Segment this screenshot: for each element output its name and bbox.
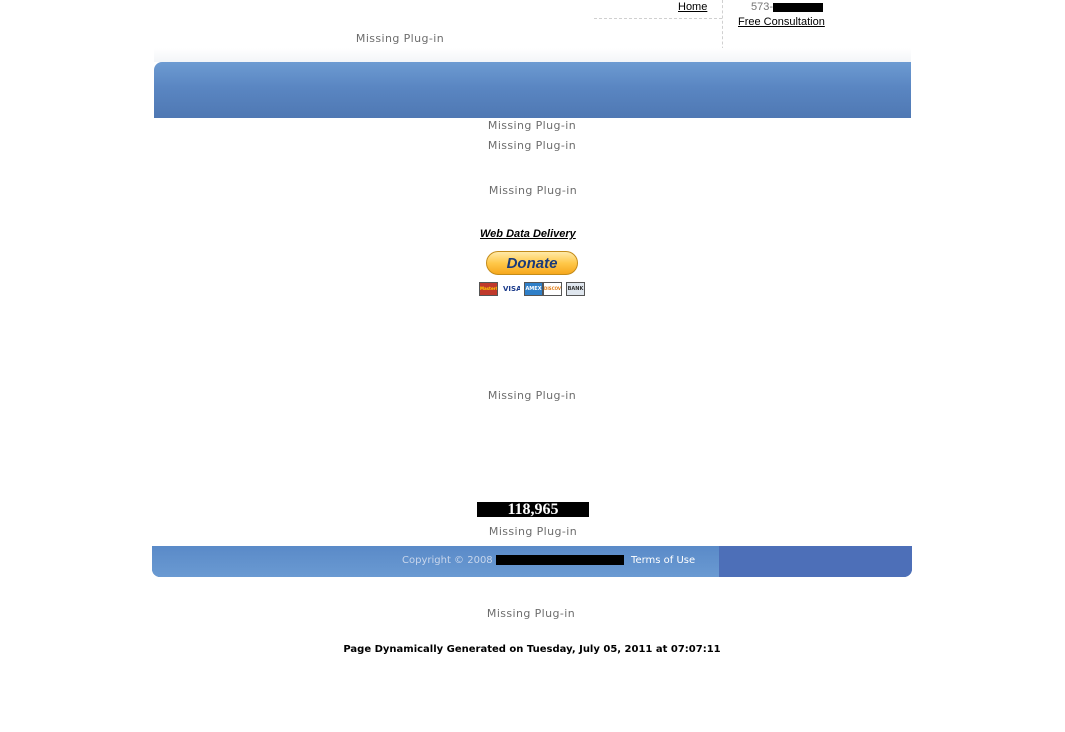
counter-value: 118,965	[507, 501, 559, 518]
missing-plugin-5: Missing Plug-in	[488, 525, 578, 538]
page-generated-note: Page Dynamically Generated on Tuesday, J…	[343, 644, 721, 655]
header-fade	[154, 48, 911, 62]
missing-plugin-1: Missing Plug-in	[487, 119, 577, 132]
redacted-phone	[773, 2, 824, 12]
phone-number: 573-	[751, 1, 824, 13]
home-link[interactable]: Home	[678, 1, 707, 13]
visitor-counter: 118,965	[477, 501, 589, 518]
terms-of-use-link[interactable]: Terms of Use	[631, 555, 695, 566]
header-missing-plugin: Missing Plug-in	[355, 32, 445, 45]
header-banner	[154, 62, 911, 118]
footer-band-right	[719, 546, 912, 577]
free-consultation-link[interactable]: Free Consultation	[738, 16, 825, 28]
footer-missing-plugin: Missing Plug-in	[486, 607, 576, 620]
header-divider-horizontal	[594, 18, 722, 19]
missing-plugin-2: Missing Plug-in	[487, 139, 577, 152]
bank-icon: BANK	[566, 282, 585, 296]
copyright-text: Copyright © 2008	[402, 555, 493, 566]
redacted-company	[495, 555, 624, 565]
phone-prefix: 573-	[751, 1, 774, 13]
footer-banner: Copyright © 2008 Terms of Use	[152, 546, 912, 577]
missing-plugin-4: Missing Plug-in	[487, 389, 577, 402]
mastercard-icon: MasterCard	[479, 282, 498, 296]
visa-icon: VISA	[502, 282, 521, 296]
web-data-delivery-link[interactable]: Web Data Delivery	[480, 228, 576, 240]
donate-button[interactable]: Donate	[486, 251, 578, 275]
amex-icon: AMEX	[524, 282, 543, 296]
footer-copyright: Copyright © 2008 Terms of Use	[402, 555, 695, 566]
discover-icon: DISCOVER	[543, 282, 562, 296]
missing-plugin-3: Missing Plug-in	[488, 184, 578, 197]
